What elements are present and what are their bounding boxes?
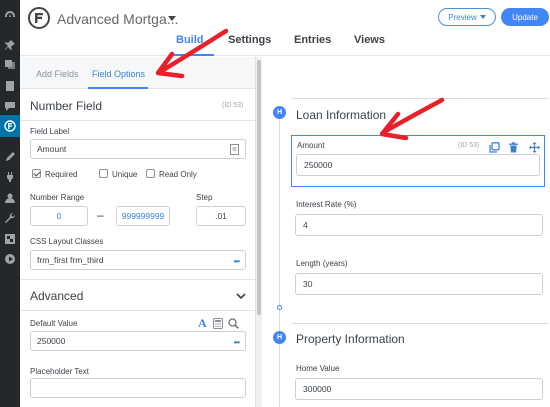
annotation-arrows <box>155 28 445 141</box>
annotation-arrow-field-options <box>155 28 229 79</box>
annotation-arrow-amount-field <box>379 97 445 141</box>
